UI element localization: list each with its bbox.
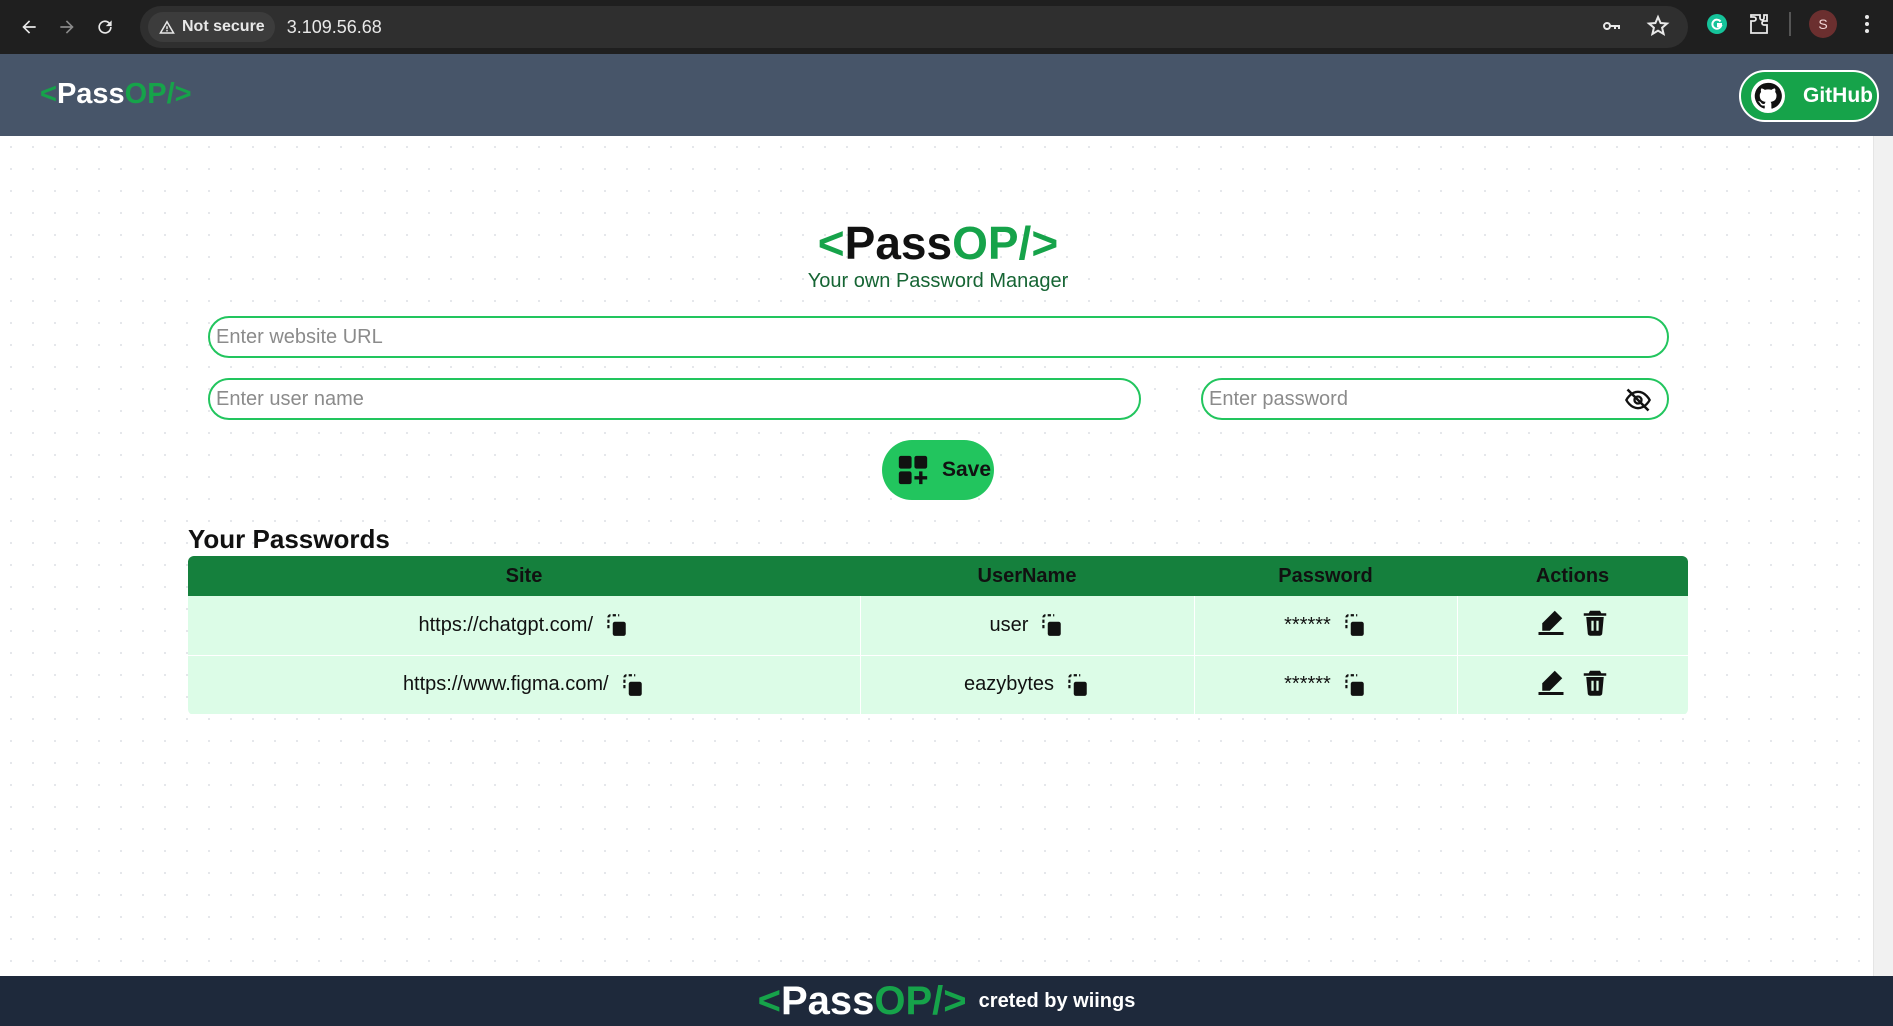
actions-cell (1457, 596, 1688, 656)
username-value: eazybytes (963, 673, 1055, 695)
footer-logo: <PassOP/> (757, 978, 967, 1023)
column-header-actions: Actions (1457, 556, 1688, 596)
username-cell: user (860, 596, 1195, 656)
edit-icon[interactable] (1536, 607, 1566, 637)
security-chip[interactable]: Not secure (148, 12, 275, 42)
github-icon (1751, 79, 1785, 113)
more-menu-icon[interactable] (1855, 12, 1879, 36)
password-cell: ****** (1194, 655, 1458, 715)
footer-credit: creted by wiings (978, 989, 1136, 1012)
passwords-table: Site UserName Password Actions https://c… (188, 556, 1688, 715)
website-url-input[interactable] (210, 318, 1667, 356)
table-row: https://www.figma.com/ eazybytes ****** (188, 655, 1688, 715)
page-scrollbar[interactable] (1873, 136, 1893, 976)
trash-icon[interactable] (1580, 667, 1610, 697)
column-header-username: UserName (860, 556, 1194, 596)
site-cell: https://chatgpt.com/ (188, 596, 861, 656)
github-button[interactable]: GitHub (1739, 70, 1879, 122)
address-bar[interactable]: Not secure 3.109.56.68 (140, 6, 1688, 48)
copy-icon[interactable] (1341, 611, 1367, 639)
hero-title: <PassOP/> (817, 217, 1059, 269)
password-value: ****** (1284, 673, 1331, 695)
password-cell: ****** (1194, 596, 1458, 656)
star-icon[interactable] (1646, 14, 1670, 38)
extensions-icon[interactable] (1747, 12, 1771, 36)
copy-icon[interactable] (1341, 671, 1367, 699)
table-row: https://chatgpt.com/ user ****** (188, 596, 1688, 656)
column-header-site: Site (188, 556, 860, 596)
website-url-field (208, 316, 1669, 358)
site-link[interactable]: https://chatgpt.com/ (418, 614, 593, 637)
site-link[interactable]: https://www.figma.com/ (403, 673, 609, 696)
app-navbar: <PassOP/> GitHub (0, 54, 1893, 136)
arrow-left-icon (22, 20, 36, 34)
grammarly-icon[interactable] (1705, 12, 1729, 36)
navbar-logo[interactable]: <PassOP/> (40, 78, 192, 111)
copy-icon[interactable] (603, 611, 629, 639)
copy-icon[interactable] (619, 671, 645, 699)
hero-subtitle: Your own Password Manager (807, 270, 1069, 292)
url-text[interactable]: 3.109.56.68 (287, 17, 382, 38)
app-footer: <PassOP/> creted by wiings (0, 976, 1893, 1026)
actions-cell (1457, 655, 1688, 715)
eye-off-icon[interactable] (1623, 386, 1653, 414)
copy-icon[interactable] (1064, 671, 1090, 699)
username-field (208, 378, 1141, 420)
password-field (1201, 378, 1669, 420)
password-value: ****** (1284, 613, 1331, 636)
edit-icon[interactable] (1536, 667, 1566, 697)
toolbar-divider (1789, 12, 1791, 36)
username-value: user (989, 613, 1029, 636)
forward-button[interactable] (52, 12, 82, 42)
reload-icon (98, 20, 112, 34)
trash-icon[interactable] (1580, 607, 1610, 637)
warning-icon (159, 20, 175, 34)
column-header-password: Password (1194, 556, 1457, 596)
back-button[interactable] (14, 12, 44, 42)
save-label: Save (942, 458, 992, 481)
profile-avatar[interactable]: S (1809, 10, 1837, 38)
security-label: Not secure (182, 18, 265, 35)
add-grid-icon (898, 455, 928, 485)
table-header-row: Site UserName Password Actions (188, 556, 1688, 596)
browser-toolbar: Not secure 3.109.56.68 S (0, 0, 1893, 54)
reload-button[interactable] (90, 12, 120, 42)
username-cell: eazybytes (860, 655, 1195, 715)
password-input[interactable] (1203, 380, 1667, 418)
site-cell: https://www.figma.com/ (188, 655, 861, 715)
username-input[interactable] (210, 380, 1139, 418)
arrow-right-icon (60, 20, 74, 34)
passwords-section-title: Your Passwords (188, 524, 390, 554)
key-icon[interactable] (1600, 14, 1624, 38)
github-label: GitHub (1803, 84, 1873, 107)
copy-icon[interactable] (1038, 611, 1064, 639)
save-button[interactable]: Save (882, 440, 994, 500)
